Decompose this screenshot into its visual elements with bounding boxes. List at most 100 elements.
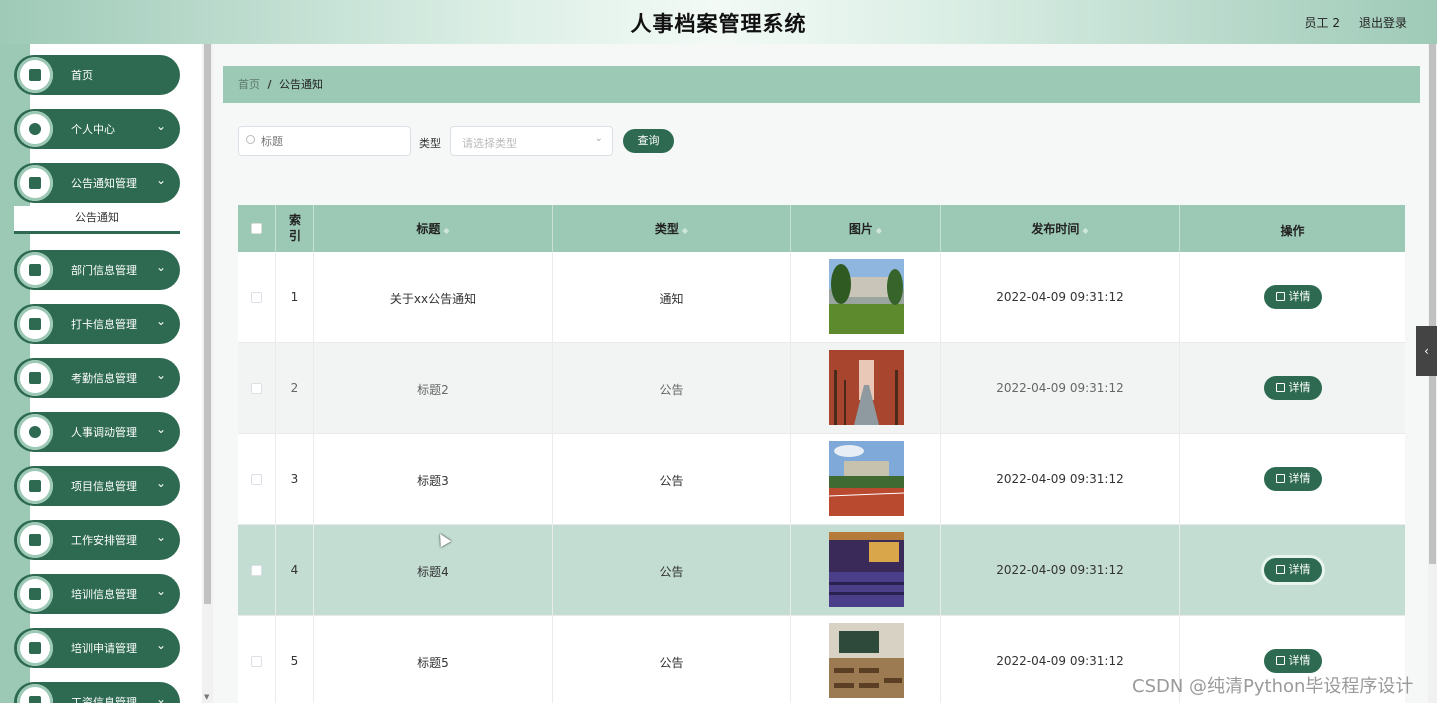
row-checkbox[interactable]	[251, 656, 262, 667]
chevron-down-icon: ⌄	[594, 133, 603, 144]
title-search[interactable]	[238, 126, 411, 156]
sidebar-item-label: 培训申请管理	[71, 642, 137, 655]
sort-icon[interactable]: ◆	[1082, 226, 1088, 235]
sidebar-item-label: 培训信息管理	[71, 588, 137, 601]
select-all-checkbox[interactable]	[251, 223, 262, 234]
sort-icon[interactable]: ◆	[443, 226, 449, 235]
detail-label: 详情	[1288, 472, 1311, 485]
detail-label: 详情	[1288, 654, 1311, 667]
auditorium-photo[interactable]	[829, 532, 904, 607]
sidebar-item-attendance[interactable]: 考勤信息管理 ⌄	[14, 358, 180, 398]
logout-link[interactable]: 退出登录	[1359, 14, 1407, 31]
search-icon	[246, 135, 255, 144]
sidebar-item-work[interactable]: 工作安排管理 ⌄	[14, 520, 180, 560]
sidebar-item-personal[interactable]: 个人中心 ⌄	[14, 109, 180, 149]
table-row[interactable]: 3 标题3 公告 2022-04-09 09:31:12 详情	[238, 434, 1405, 525]
detail-label: 详情	[1288, 381, 1311, 394]
header-image-label: 图片	[848, 222, 873, 236]
row-index: 5	[290, 654, 299, 668]
monitor-icon	[17, 252, 53, 288]
document-icon	[1275, 292, 1285, 301]
detail-button[interactable]: 详情	[1264, 558, 1322, 582]
row-type: 公告	[659, 656, 684, 670]
sidebar-item-transfer[interactable]: 人事调动管理 ⌄	[14, 412, 180, 452]
sidebar-item-home[interactable]: 首页	[14, 55, 180, 95]
row-time: 2022-04-09 09:31:12	[996, 563, 1124, 577]
row-type: 通知	[659, 292, 684, 306]
table-row[interactable]: 1 关于xx公告通知 通知 2022-04-09 09:31:12 详情	[238, 252, 1405, 343]
chevron-down-icon: ⌄	[155, 638, 166, 652]
sort-icon[interactable]: ◆	[682, 226, 688, 235]
sidebar-item-training[interactable]: 培训信息管理 ⌄	[14, 574, 180, 614]
avenue-photo[interactable]	[829, 350, 904, 425]
sidebar-item-training-apply[interactable]: 培训申请管理 ⌄	[14, 628, 180, 668]
row-index: 4	[290, 563, 299, 577]
header-image[interactable]: 图片 ◆	[791, 205, 941, 252]
row-title: 标题5	[417, 656, 449, 670]
header-time-label: 发布时间	[1031, 222, 1080, 236]
list-icon	[17, 630, 53, 666]
sidebar-scrollbar[interactable]: ▼	[202, 44, 213, 703]
query-button[interactable]: 查询	[623, 129, 674, 153]
bar-chart-icon	[17, 522, 53, 558]
chart-icon	[17, 360, 53, 396]
submenu-notice[interactable]: 公告通知	[14, 206, 180, 234]
classroom-photo[interactable]	[829, 623, 904, 698]
row-checkbox[interactable]	[251, 292, 262, 303]
track-photo[interactable]	[829, 441, 904, 516]
user-icon	[17, 414, 53, 450]
sidebar-item-label: 首页	[71, 69, 93, 82]
header-action-label: 操作	[1280, 224, 1305, 238]
grid-icon	[17, 468, 53, 504]
sidebar-item-project[interactable]: 项目信息管理 ⌄	[14, 466, 180, 506]
header-type[interactable]: 类型 ◆	[553, 205, 791, 252]
sidebar-item-label: 项目信息管理	[71, 480, 137, 493]
sort-icon[interactable]: ◆	[876, 226, 882, 235]
document-icon	[1275, 656, 1285, 665]
sidebar-item-clockin[interactable]: 打卡信息管理 ⌄	[14, 304, 180, 344]
sidebar-scrollbar-thumb[interactable]	[204, 44, 211, 604]
main-content: 首页 / 公告通知 类型 请选择类型 ⌄ 查询 索引 标题◆ 类型◆ 图片◆	[213, 44, 1428, 703]
detail-button[interactable]: 详情	[1264, 285, 1322, 309]
detail-label: 详情	[1288, 563, 1311, 576]
sidebar: 首页 个人中心 ⌄ 公告通知管理 ⌄ 公告通知 部门信息管理 ⌄ 打卡信息管理 …	[0, 44, 213, 703]
breadcrumb-current: 公告通知	[279, 78, 324, 91]
sidebar-item-department[interactable]: 部门信息管理 ⌄	[14, 250, 180, 290]
table-row[interactable]: 2 标题2 公告 2022-04-09 09:31:12 详情	[238, 343, 1405, 434]
title-search-input[interactable]	[261, 133, 401, 150]
main-scrollbar-thumb[interactable]	[1429, 44, 1436, 564]
document-icon	[1275, 474, 1285, 483]
chevron-down-icon: ⌄	[155, 530, 166, 544]
grid-icon	[17, 306, 53, 342]
sidebar-item-label: 部门信息管理	[71, 264, 137, 277]
type-select[interactable]: 请选择类型 ⌄	[450, 126, 613, 156]
row-type: 公告	[659, 565, 684, 579]
header-time[interactable]: 发布时间 ◆	[941, 205, 1180, 252]
detail-button[interactable]: 详情	[1264, 467, 1322, 491]
type-select-placeholder: 请选择类型	[462, 137, 517, 150]
sidebar-item-label: 工作安排管理	[71, 534, 137, 547]
chevron-left-icon[interactable]: ‹	[1416, 326, 1437, 376]
user-name[interactable]: 员工 2	[1305, 14, 1340, 31]
table-row[interactable]: 4 标题4 公告 2022-04-09 09:31:12 详情	[238, 525, 1405, 616]
sidebar-item-salary[interactable]: 工资信息管理 ⌄	[14, 682, 180, 703]
header-action: 操作	[1180, 205, 1405, 252]
row-title: 标题2	[417, 383, 449, 397]
row-title: 标题4	[417, 565, 449, 579]
row-type: 公告	[659, 383, 684, 397]
row-checkbox[interactable]	[251, 565, 262, 576]
row-checkbox[interactable]	[251, 383, 262, 394]
detail-button[interactable]: 详情	[1264, 649, 1322, 673]
chevron-down-icon: ⌄	[155, 119, 166, 133]
scroll-down-icon[interactable]: ▼	[204, 693, 209, 701]
header-title[interactable]: 标题 ◆	[314, 205, 553, 252]
sidebar-item-notice[interactable]: 公告通知管理 ⌄	[14, 163, 180, 203]
row-index: 3	[290, 472, 299, 486]
breadcrumb-home[interactable]: 首页	[238, 78, 260, 91]
campus-photo[interactable]	[829, 259, 904, 334]
row-index: 2	[290, 381, 299, 395]
type-label: 类型	[419, 137, 441, 150]
row-checkbox[interactable]	[251, 474, 262, 485]
detail-button[interactable]: 详情	[1264, 376, 1322, 400]
sliders-icon	[17, 576, 53, 612]
